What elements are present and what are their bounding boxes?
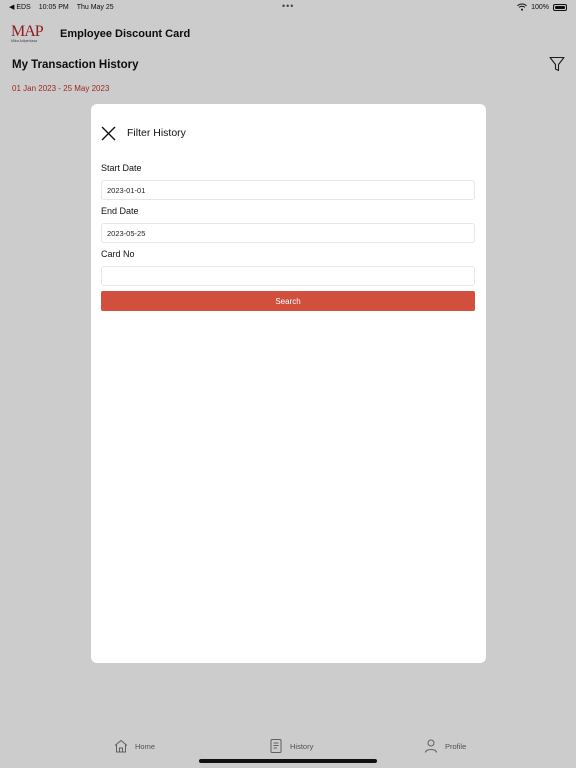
end-date-field[interactable]: [101, 223, 475, 243]
close-icon[interactable]: [101, 126, 116, 141]
card-no-field[interactable]: [101, 266, 475, 286]
start-date-field[interactable]: [101, 180, 475, 200]
modal-title: Filter History: [127, 127, 186, 139]
start-date-label: Start Date: [101, 163, 142, 173]
end-date-label: End Date: [101, 206, 139, 216]
filter-history-modal: Filter History Start Date End Date Card …: [91, 104, 486, 663]
search-button[interactable]: Search: [101, 291, 475, 311]
card-no-label: Card No: [101, 249, 135, 259]
home-indicator[interactable]: [199, 759, 377, 763]
